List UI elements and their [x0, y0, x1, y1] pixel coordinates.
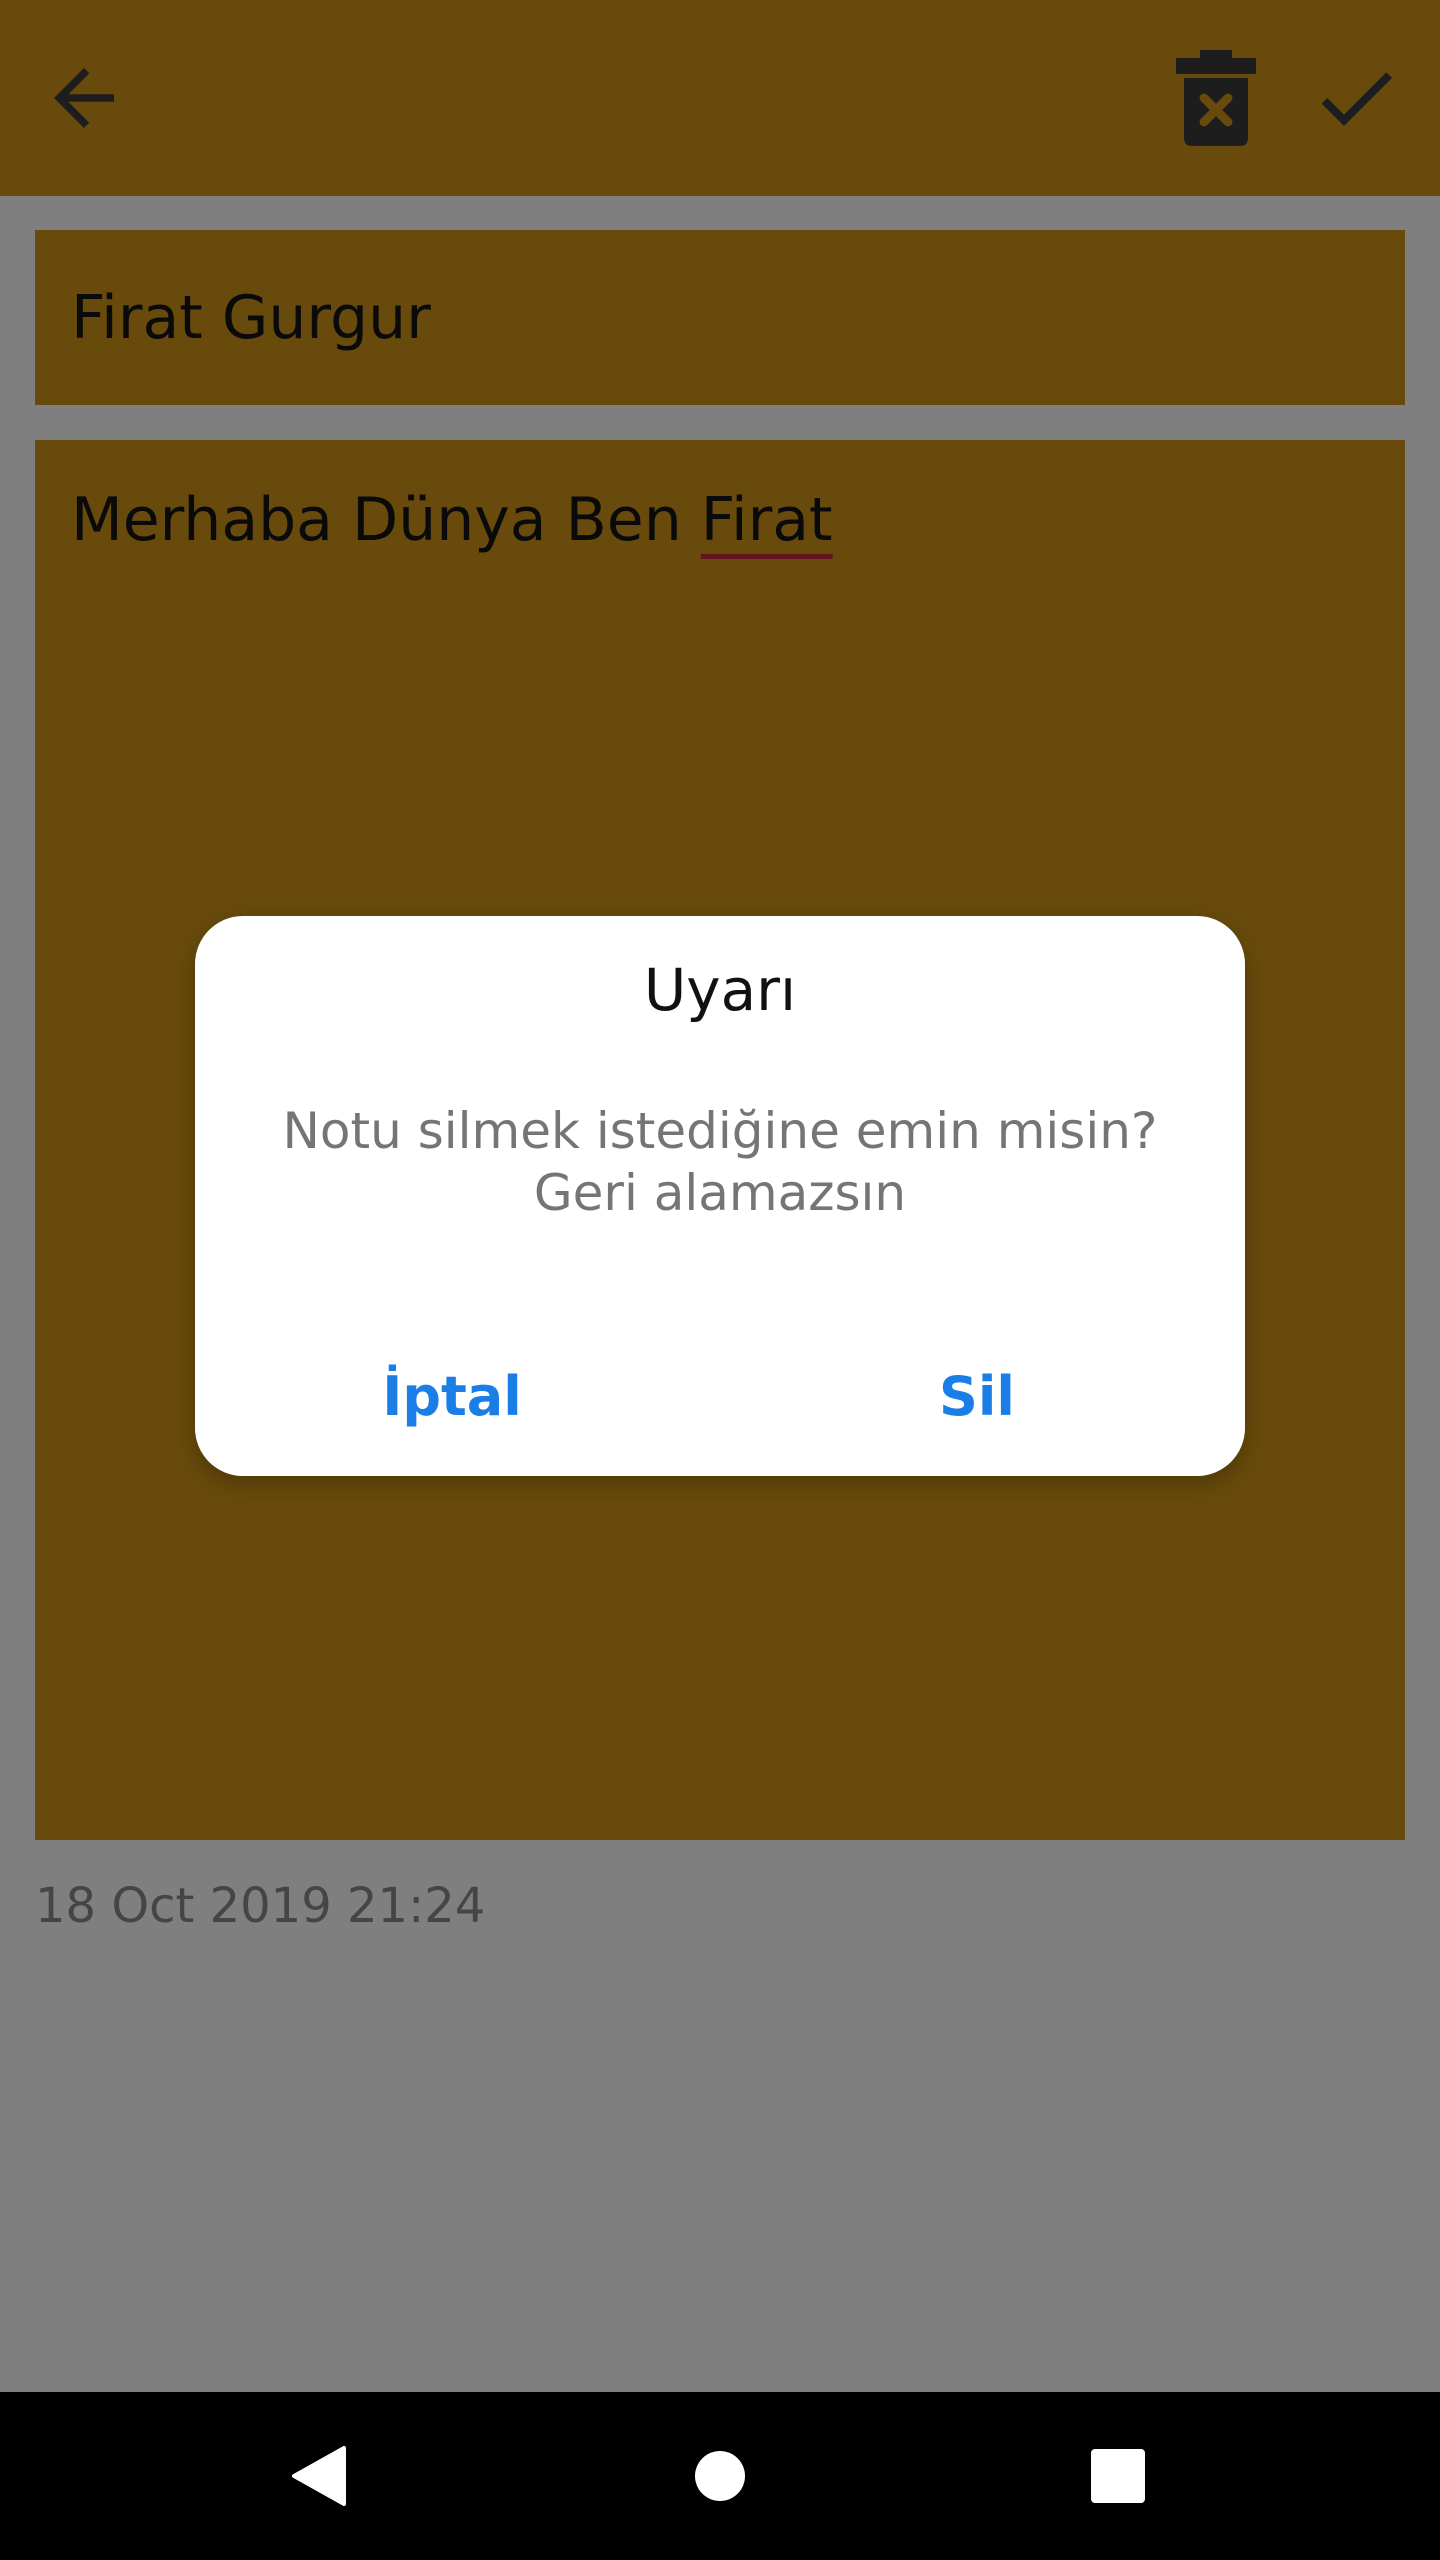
triangle-back-icon — [292, 2446, 346, 2506]
circle-home-icon — [695, 2451, 745, 2501]
dialog-title: Uyarı — [643, 956, 797, 1024]
delete-confirm-button[interactable]: Sil — [777, 1346, 1177, 1446]
dialog-actions: İptal Sil — [195, 1346, 1245, 1446]
system-nav-bar — [0, 2392, 1440, 2560]
cancel-button[interactable]: İptal — [252, 1346, 652, 1446]
nav-recents-button[interactable] — [1058, 2416, 1178, 2536]
nav-home-button[interactable] — [660, 2416, 780, 2536]
delete-confirm-dialog: Uyarı Notu silmek istediğine emin misin?… — [195, 916, 1245, 1476]
square-recents-icon — [1091, 2449, 1145, 2503]
note-edit-screen: Firat Gurgur Merhaba Dünya Ben Firat 18 … — [0, 0, 1440, 2392]
nav-back-button[interactable] — [258, 2416, 378, 2536]
dialog-message: Notu silmek istediğine emin misin? Geri … — [282, 1102, 1158, 1222]
